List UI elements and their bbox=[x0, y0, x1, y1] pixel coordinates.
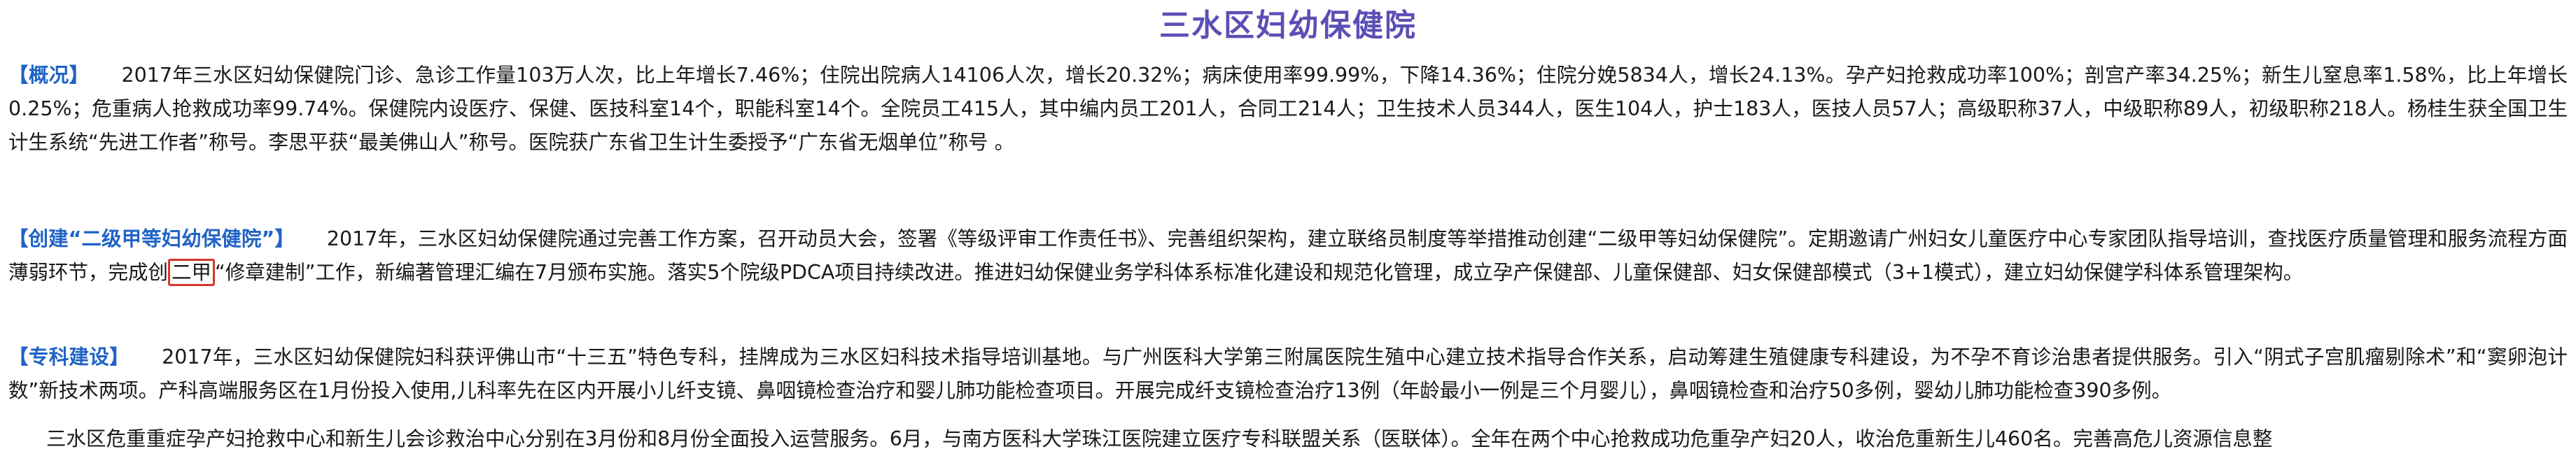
document-page: 三水区妇幼保健院 【概况】 2017年三水区妇幼保健院门诊、急诊工作量103万人次… bbox=[0, 0, 2576, 456]
section-body-part: “修章建制”工作，新编著管理汇编在7月颁布实施。落实5个院级PDCA项目持续改进… bbox=[215, 261, 2304, 284]
section-overview: 【概况】 2017年三水区妇幼保健院门诊、急诊工作量103万人次，比上年增长7.4… bbox=[8, 59, 2568, 159]
section-heading: 【专科建设】 bbox=[8, 345, 130, 369]
section-body: 2017年三水区妇幼保健院门诊、急诊工作量103万人次，比上年增长7.46%；住… bbox=[8, 64, 2568, 154]
section-heading: 【创建“二级甲等妇幼保健院”】 bbox=[8, 227, 295, 250]
section-heading: 【概况】 bbox=[8, 64, 90, 87]
section-continuation: 三水区危重重症孕产妇抢救中心和新生儿会诊救治中心分别在3月份和8月份全面投入运营… bbox=[8, 422, 2568, 456]
section-specialty: 【专科建设】 2017年，三水区妇幼保健院妇科获评佛山市“十三五”特色专科，挂牌成… bbox=[8, 341, 2568, 408]
section-creation: 【创建“二级甲等妇幼保健院”】 2017年，三水区妇幼保健院通过完善工作方案，召开… bbox=[8, 222, 2568, 290]
highlighted-term: 二甲 bbox=[168, 259, 216, 286]
section-body: 2017年，三水区妇幼保健院妇科获评佛山市“十三五”特色专科，挂牌成为三水区妇科… bbox=[8, 345, 2568, 402]
section-body: 三水区危重重症孕产妇抢救中心和新生儿会诊救治中心分别在3月份和8月份全面投入运营… bbox=[46, 427, 2273, 450]
page-title: 三水区妇幼保健院 bbox=[1159, 8, 1417, 43]
